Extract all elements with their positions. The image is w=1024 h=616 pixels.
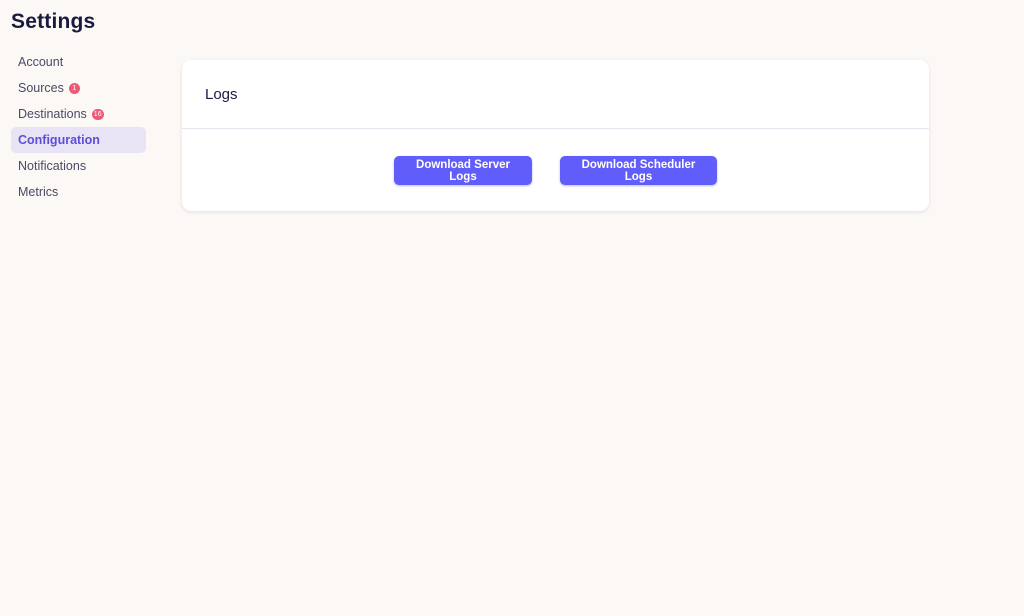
settings-sidebar: Account Sources 1 Destinations 16 Config…: [11, 49, 146, 205]
logs-card-body: Download Server Logs Download Scheduler …: [182, 129, 929, 211]
page-title: Settings: [11, 10, 96, 33]
sidebar-item-label: Metrics: [18, 185, 59, 199]
sidebar-item-notifications[interactable]: Notifications: [11, 153, 146, 179]
sidebar-item-metrics[interactable]: Metrics: [11, 179, 146, 205]
logs-card-header: Logs: [182, 60, 929, 129]
sidebar-item-configuration[interactable]: Configuration: [11, 127, 146, 153]
download-server-logs-button[interactable]: Download Server Logs: [394, 156, 532, 185]
sources-count-badge: 1: [68, 82, 80, 94]
sidebar-item-label: Destinations: [18, 107, 87, 121]
sidebar-item-destinations[interactable]: Destinations 16: [11, 101, 146, 127]
sidebar-item-label: Sources: [18, 81, 64, 95]
logs-card: Logs Download Server Logs Download Sched…: [182, 60, 929, 211]
sidebar-item-label: Account: [18, 55, 64, 69]
logs-card-title: Logs: [205, 85, 238, 103]
destinations-count-badge: 16: [91, 108, 104, 120]
download-scheduler-logs-button[interactable]: Download Scheduler Logs: [560, 156, 717, 185]
sidebar-item-label: Configuration: [18, 133, 100, 147]
sidebar-item-account[interactable]: Account: [11, 49, 146, 75]
sidebar-item-sources[interactable]: Sources 1: [11, 75, 146, 101]
sidebar-item-label: Notifications: [18, 159, 87, 173]
